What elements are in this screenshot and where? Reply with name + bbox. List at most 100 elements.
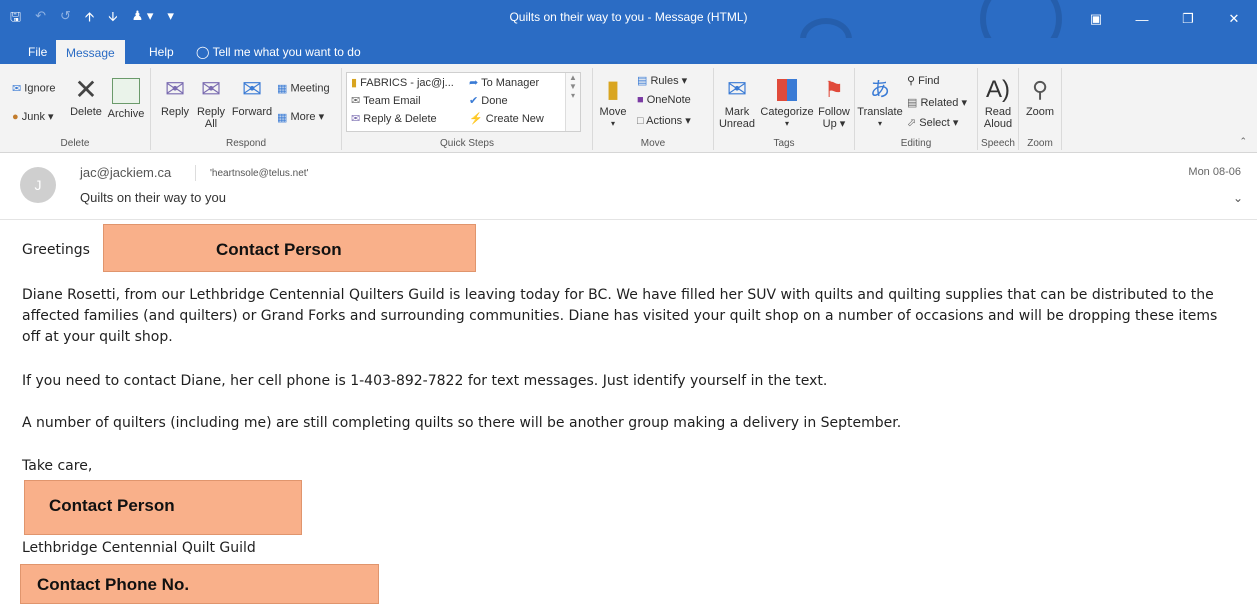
find-label: Find — [918, 75, 940, 87]
ignore-icon: ✉ — [12, 83, 22, 95]
tab-help[interactable]: Help — [139, 42, 184, 62]
categorize-button[interactable]: Categorize ▾ — [758, 74, 816, 130]
collapse-ribbon-icon[interactable]: ⌃ — [1239, 136, 1247, 147]
reply-all-icon: ✉ — [200, 76, 222, 103]
find-button[interactable]: ⚲ Find — [907, 74, 940, 87]
reply-all-button[interactable]: ✉ Reply All — [193, 74, 229, 130]
speech-group-label: Speech — [981, 138, 1015, 149]
ribbon-display-icon[interactable]: ▣ — [1073, 0, 1119, 38]
tab-file[interactable]: File — [18, 42, 57, 62]
reply-icon: ✉ — [164, 76, 186, 103]
minimize-icon[interactable]: — — [1119, 0, 1165, 38]
onenote-icon: ■ — [637, 94, 644, 106]
follow-up-label-2: Up — [822, 118, 837, 130]
quick-step-team-email[interactable]: ✉ Team Email — [351, 94, 421, 107]
find-icon: ⚲ — [907, 75, 916, 87]
read-aloud-label-1: Read — [984, 106, 1012, 118]
redaction-contact-person: Contact Person — [103, 224, 476, 272]
avatar: J — [20, 167, 56, 203]
quick-step-label: To Manager — [481, 77, 540, 89]
magnifier-icon: ⚲ — [1031, 77, 1049, 102]
ignore-button[interactable]: ✉ Ignore — [12, 82, 55, 95]
onenote-button[interactable]: ■ OneNote — [637, 94, 691, 106]
message-header: J jac@jackiem.ca 'heartnsole@telus.net' … — [0, 153, 1257, 220]
translate-icon: あ — [870, 79, 890, 101]
delete-button[interactable]: ✕ Delete — [66, 74, 106, 118]
reply-label: Reply — [160, 106, 190, 118]
more-button[interactable]: ▦ More ▾ — [277, 110, 324, 124]
select-button[interactable]: ⬀ Select ▾ — [907, 116, 958, 129]
checkmark-icon: ✔ — [469, 95, 479, 107]
rules-icon: ▤ — [637, 75, 648, 87]
follow-up-label-1: Follow — [818, 106, 850, 118]
related-button[interactable]: ▤ Related ▾ — [907, 96, 967, 109]
junk-button[interactable]: ● Junk ▾ — [12, 110, 54, 123]
tags-group: ✉ Mark Unread Categorize ▾ ⚑ Follow Up ▾… — [714, 68, 855, 150]
editing-group: あ Translate ▾ ⚲ Find ▤ Related ▾ ⬀ Selec… — [855, 68, 978, 150]
actions-icon: □ — [637, 115, 644, 127]
zoom-button[interactable]: ⚲ Zoom — [1021, 74, 1059, 118]
quick-step-fabrics[interactable]: ▮ FABRICS - jac@j... — [351, 76, 454, 89]
lightbulb-icon: ◯ — [196, 45, 210, 59]
categorize-icon — [777, 79, 797, 101]
tab-message[interactable]: Message — [56, 40, 125, 65]
body-paragraph-1: Diane Rosetti, from our Lethbridge Cente… — [22, 287, 1218, 345]
subject: Quilts on their way to you — [80, 190, 226, 205]
quick-step-label: FABRICS - jac@j... — [360, 77, 454, 89]
respond-group-label: Respond — [225, 138, 267, 149]
quick-step-create-new[interactable]: ⚡ Create New — [469, 112, 544, 125]
tags-group-label: Tags — [773, 138, 795, 149]
zoom-label: Zoom — [1025, 106, 1055, 118]
zoom-group: ⚲ Zoom Zoom — [1019, 68, 1062, 150]
quick-steps-group-label: Quick Steps — [440, 138, 494, 149]
move-folder-icon: ▮ — [606, 76, 620, 103]
chevron-down-icon[interactable]: ⌄ — [1233, 191, 1243, 205]
reply-all-label-2: All — [204, 118, 218, 130]
close-icon[interactable]: ✕ — [1211, 0, 1257, 38]
meeting-label: Meeting — [290, 82, 330, 95]
recipient[interactable]: 'heartnsole@telus.net' — [210, 168, 308, 179]
mark-unread-label-1: Mark — [724, 106, 750, 118]
more-label: More — [290, 111, 316, 123]
move-label: Move — [599, 106, 627, 118]
divider — [195, 165, 196, 181]
more-icon: ▦ — [277, 111, 288, 124]
quick-steps-group: ▮ FABRICS - jac@j... ➦ To Manager ✉ Team… — [342, 68, 593, 150]
delete-label: Delete — [70, 106, 102, 118]
editing-group-label: Editing — [900, 138, 932, 149]
forward-label: Forward — [231, 106, 273, 118]
meeting-button[interactable]: ▦ Meeting — [277, 82, 330, 95]
quick-step-to-manager[interactable]: ➦ To Manager — [469, 76, 539, 89]
zoom-group-label: Zoom — [1027, 138, 1053, 149]
delete-x-icon: ✕ — [74, 74, 98, 105]
ribbon-tabs: File Message Help ◯ Tell me what you wan… — [0, 38, 1257, 65]
message-body: Greetings Diane Rosetti, from our Lethbr… — [0, 220, 1257, 604]
quick-step-label: Reply & Delete — [363, 113, 437, 125]
junk-icon: ● — [12, 111, 19, 124]
calendar-icon: ▦ — [277, 83, 288, 95]
quick-step-reply-delete[interactable]: ✉ Reply & Delete — [351, 112, 437, 125]
quick-step-done[interactable]: ✔ Done — [469, 94, 508, 107]
actions-button[interactable]: □ Actions ▾ — [637, 114, 691, 127]
tell-me-search[interactable]: ◯ Tell me what you want to do — [186, 42, 371, 62]
delete-group: ✉ Ignore ● Junk ▾ ✕ Delete Archive Delet… — [0, 68, 151, 150]
ribbon: ✉ Ignore ● Junk ▾ ✕ Delete Archive Delet… — [0, 64, 1257, 153]
respond-group: ✉ Reply ✉ Reply All ✉ Forward ▦ Meeting … — [151, 68, 342, 150]
redaction-contact-person-signature: Contact Person — [24, 480, 302, 535]
move-button[interactable]: ▮ Move ▾ — [597, 74, 629, 130]
sender[interactable]: jac@jackiem.ca — [80, 165, 171, 180]
forward-icon: ✉ — [241, 76, 263, 103]
window-controls: ▣ — ❐ ✕ — [1073, 0, 1257, 38]
archive-button[interactable]: Archive — [106, 74, 146, 120]
select-label: Select — [919, 117, 950, 129]
read-aloud-button[interactable]: A) Read Aloud — [980, 74, 1016, 130]
mark-unread-button[interactable]: ✉ Mark Unread — [716, 74, 758, 130]
rules-button[interactable]: ▤ Rules ▾ — [637, 74, 687, 87]
follow-up-button[interactable]: ⚑ Follow Up ▾ — [816, 74, 852, 130]
restore-icon[interactable]: ❐ — [1165, 0, 1211, 38]
forward-button[interactable]: ✉ Forward — [229, 74, 275, 118]
reply-button[interactable]: ✉ Reply — [157, 74, 193, 118]
quick-steps-scrollbar[interactable]: ▲ ▼ ▾ — [565, 73, 580, 131]
translate-button[interactable]: あ Translate ▾ — [857, 74, 903, 130]
archive-label: Archive — [107, 108, 145, 120]
